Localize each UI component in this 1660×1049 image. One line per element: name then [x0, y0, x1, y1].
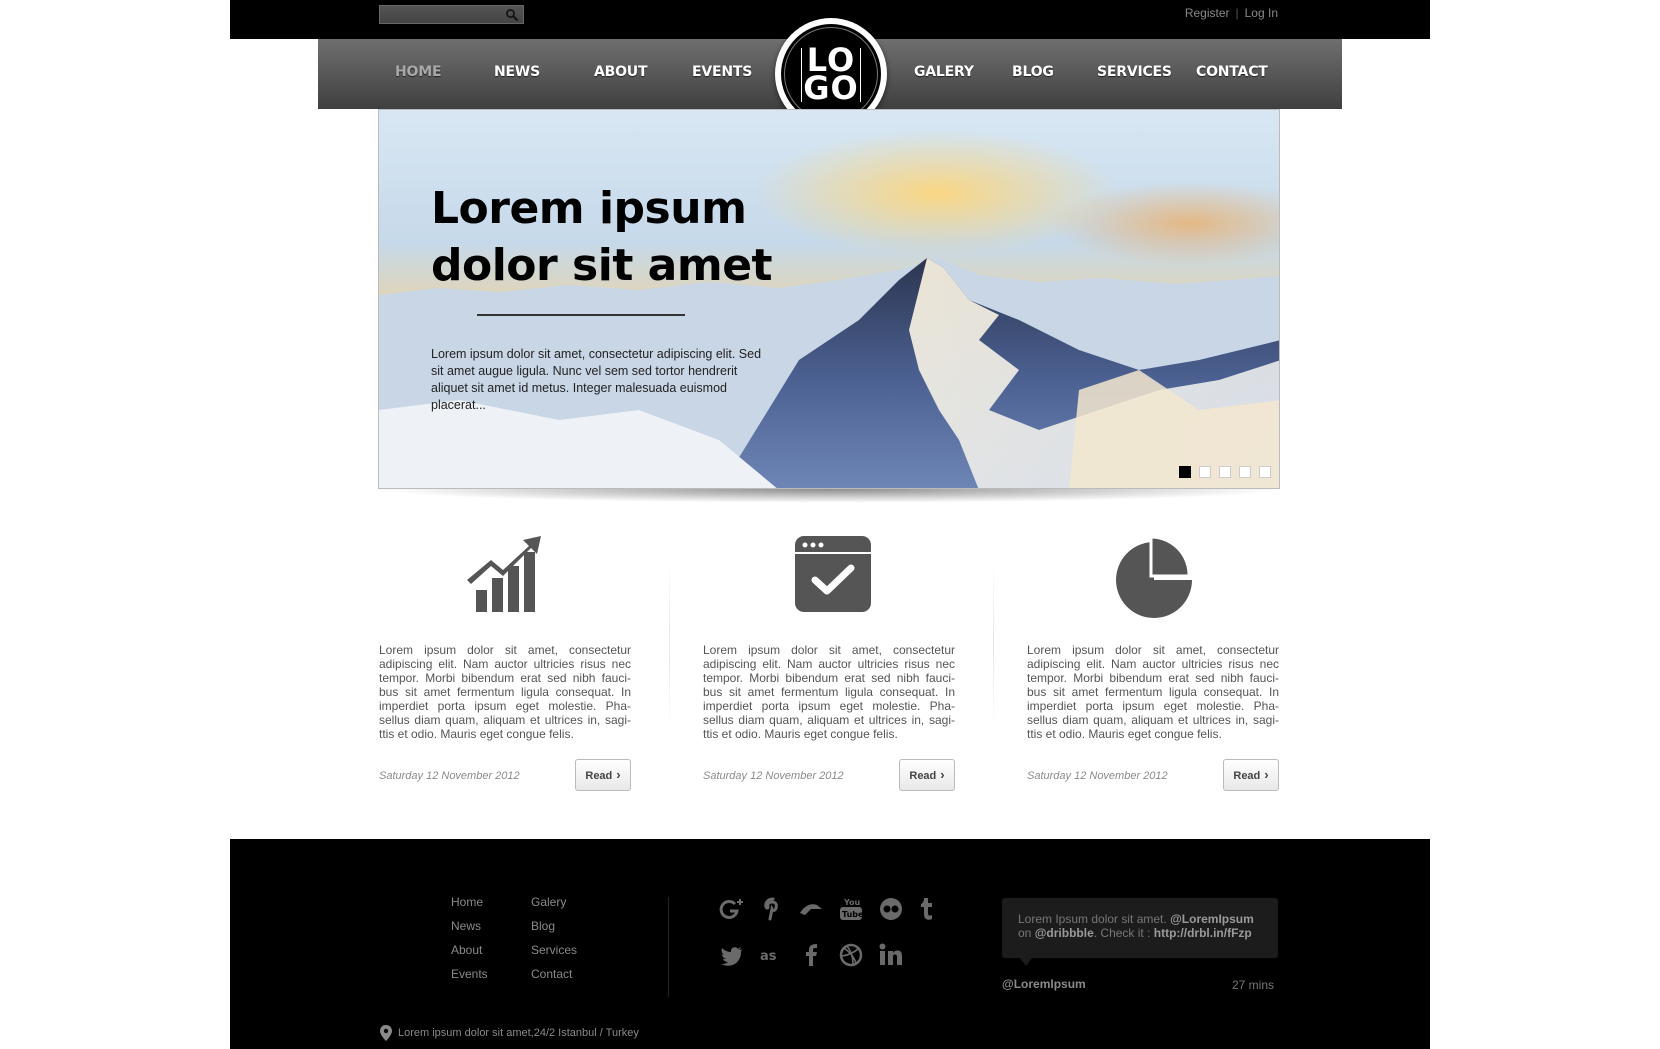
deviantart-icon[interactable]	[797, 895, 825, 923]
hero-slider: Lorem ipsum dolor sit amet Lorem ipsum d…	[378, 109, 1280, 489]
twitter-icon[interactable]	[717, 941, 745, 969]
auth-separator: |	[1235, 6, 1239, 20]
address: Lorem ipsum dolor sit amet,24/2 Istanbul…	[380, 1025, 639, 1041]
tweet-on: on	[1018, 926, 1032, 940]
chevron-right-icon: ›	[616, 767, 621, 782]
slider-dot-1[interactable]	[1179, 466, 1191, 478]
hero-title: Lorem ipsum dolor sit amet	[431, 180, 851, 294]
hero-title-line2: dolor sit amet	[431, 240, 773, 291]
nav-services[interactable]: SERVICES	[1097, 64, 1172, 80]
tweet-user[interactable]: @LoremIpsum	[1002, 977, 1086, 991]
slider-dot-3[interactable]	[1219, 466, 1231, 478]
read-button[interactable]: Read ›	[899, 759, 955, 791]
footer-link-contact[interactable]: Contact	[531, 967, 577, 981]
tumblr-icon[interactable]	[913, 895, 941, 923]
nav-news[interactable]: NEWS	[494, 64, 540, 80]
nav-contact[interactable]: CONTACT	[1196, 64, 1268, 80]
flickr-icon[interactable]	[877, 895, 905, 923]
feature-date: Saturday 12 November 2012	[1027, 770, 1168, 782]
slider-dot-2[interactable]	[1199, 466, 1211, 478]
read-button[interactable]: Read ›	[575, 759, 631, 791]
tweet-handle[interactable]: @LoremIpsum	[1170, 912, 1254, 926]
login-link[interactable]: Log In	[1245, 6, 1278, 20]
tweet-box: Lorem Ipsum dolor sit amet. @LoremIpsum …	[1002, 898, 1278, 958]
read-button[interactable]: Read ›	[1223, 759, 1279, 791]
page: Register | Log In HOME NEWS ABOUT EVENTS…	[0, 0, 1660, 1049]
browser-check-icon	[795, 536, 871, 612]
nav-events[interactable]: EVENTS	[692, 64, 752, 80]
svg-text:You: You	[843, 898, 861, 907]
feature-date: Saturday 12 November 2012	[379, 770, 520, 782]
column-divider	[669, 560, 670, 730]
google-plus-icon[interactable]	[717, 895, 745, 923]
dribbble-icon[interactable]	[837, 941, 865, 969]
address-text: Lorem ipsum dolor sit amet,24/2 Istanbul…	[398, 1027, 639, 1039]
search-box	[379, 5, 524, 24]
hero-title-line1: Lorem ipsum	[431, 183, 747, 234]
feature-date: Saturday 12 November 2012	[703, 770, 844, 782]
search-icon[interactable]	[505, 8, 519, 22]
feature-text: Lorem ipsum dolor sit amet, consectetur …	[703, 643, 955, 741]
linkedin-icon[interactable]	[877, 941, 905, 969]
nav-blog[interactable]: BLOG	[1012, 64, 1054, 80]
read-button-label: Read	[585, 770, 613, 782]
tweet-time: 27 mins	[1232, 978, 1275, 992]
tweet-check: . Check it :	[1093, 926, 1151, 940]
mountain-image	[379, 258, 1279, 488]
footer-link-blog[interactable]: Blog	[531, 919, 577, 933]
feature-text: Lorem ipsum dolor sit amet, consectetur …	[1027, 643, 1279, 741]
hero-divider	[477, 314, 685, 316]
lastfm-icon[interactable]: as	[759, 941, 787, 969]
logo-text-line2: GO	[803, 69, 859, 107]
youtube-icon[interactable]: You Tube	[837, 895, 865, 923]
svg-text:Tube: Tube	[842, 910, 864, 919]
hero-description: Lorem ipsum dolor sit amet, consectetur …	[431, 347, 762, 412]
tweet-text: Lorem Ipsum dolor sit amet.	[1018, 912, 1167, 926]
read-button-label: Read	[909, 770, 937, 782]
slider-dots	[1179, 466, 1271, 478]
footer-link-galery[interactable]: Galery	[531, 895, 577, 909]
footer-link-news[interactable]: News	[451, 919, 488, 933]
chevron-right-icon: ›	[1264, 767, 1269, 782]
svg-text:as: as	[760, 949, 777, 964]
hero-shadow	[372, 489, 1288, 503]
slider-dot-5[interactable]	[1259, 466, 1271, 478]
footer-link-home[interactable]: Home	[451, 895, 488, 909]
footer-link-about[interactable]: About	[451, 943, 488, 957]
slider-dot-4[interactable]	[1239, 466, 1251, 478]
facebook-icon[interactable]	[797, 941, 825, 969]
pinterest-icon[interactable]	[759, 895, 787, 923]
nav-home[interactable]: HOME	[395, 64, 442, 80]
map-pin-icon	[380, 1025, 392, 1041]
social-icons: You Tube as	[717, 895, 957, 995]
pie-chart-icon	[1116, 535, 1192, 618]
footer-link-events[interactable]: Events	[451, 967, 488, 981]
register-link[interactable]: Register	[1185, 6, 1230, 20]
read-button-label: Read	[1233, 770, 1261, 782]
bar-chart-growth-icon	[467, 536, 541, 612]
footer: Home News About Events Galery Blog Servi…	[230, 839, 1430, 1049]
nav-galery[interactable]: GALERY	[914, 64, 974, 80]
auth-links: Register | Log In	[1185, 6, 1278, 20]
tweet-dribbble[interactable]: @dribbble	[1035, 926, 1094, 940]
tweet-bubble-tail	[1020, 958, 1032, 966]
footer-divider	[668, 897, 669, 997]
footer-links-col1: Home News About Events	[451, 895, 488, 981]
tweet-link[interactable]: http://drbl.in/fFzp	[1154, 926, 1252, 940]
footer-links-col2: Galery Blog Services Contact	[531, 895, 577, 981]
search-input[interactable]	[384, 7, 502, 22]
footer-link-services[interactable]: Services	[531, 943, 577, 957]
chevron-right-icon: ›	[940, 767, 945, 782]
nav-about[interactable]: ABOUT	[594, 64, 648, 80]
column-divider	[993, 560, 994, 730]
feature-text: Lorem ipsum dolor sit amet, consectetur …	[379, 643, 631, 741]
